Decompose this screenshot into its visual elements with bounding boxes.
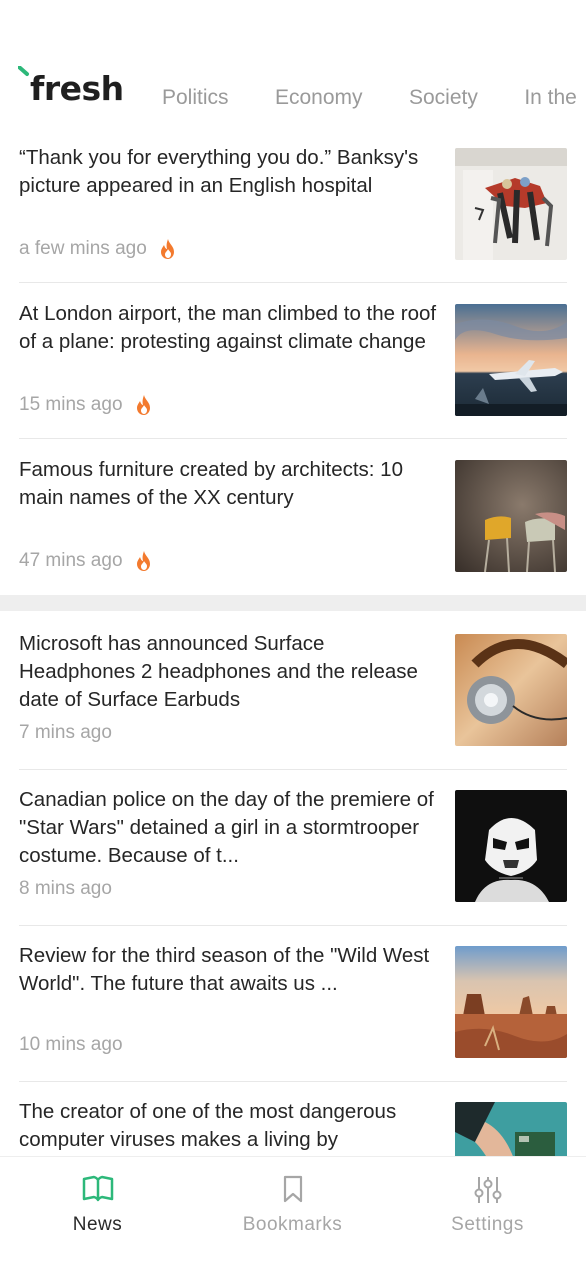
article-title: Review for the third season of the "Wild…	[19, 944, 430, 995]
article-thumbnail-banksy[interactable]	[455, 148, 567, 260]
category-tabs: Politics Economy Society In the	[162, 86, 586, 116]
divider	[19, 925, 567, 926]
nav-settings[interactable]: Settings	[390, 1157, 585, 1269]
fire-icon	[159, 238, 177, 260]
nav-news-label: News	[72, 1214, 123, 1235]
bottom-navigation: News Bookmarks Settings	[0, 1156, 586, 1269]
bookmark-icon	[281, 1175, 305, 1208]
fire-icon	[135, 394, 153, 416]
article-meta: a few mins ago	[19, 238, 177, 260]
news-item[interactable]: Famous furniture created by architects: …	[0, 456, 586, 612]
news-item[interactable]: “Thank you for everything you do.” Banks…	[0, 144, 586, 300]
article-thumbnail-chairs[interactable]	[455, 460, 567, 572]
nav-settings-label: Settings	[451, 1214, 524, 1235]
article-meta: 15 mins ago	[19, 394, 153, 416]
divider	[19, 438, 567, 439]
tab-in-the[interactable]: In the	[524, 86, 577, 110]
article-thumbnail-desert[interactable]	[455, 946, 567, 1058]
news-item[interactable]: At London airport, the man climbed to th…	[0, 300, 586, 456]
article-title: Microsoft has announced Surface Headphon…	[19, 632, 418, 711]
article-meta: 47 mins ago	[19, 550, 153, 572]
news-item[interactable]: Review for the third season of the "Wild…	[0, 942, 586, 1098]
news-item[interactable]: Canadian police on the day of the premie…	[0, 786, 586, 942]
divider	[19, 282, 567, 283]
article-title: At London airport, the man climbed to th…	[19, 302, 437, 353]
news-item[interactable]: Microsoft has announced Surface Headphon…	[0, 630, 586, 786]
article-time: 7 mins ago	[19, 722, 112, 743]
article-time: 10 mins ago	[19, 1034, 123, 1055]
tab-politics[interactable]: Politics	[162, 86, 229, 110]
article-time: a few mins ago	[19, 238, 147, 259]
article-title: The creator of one of the most dangerous…	[19, 1100, 397, 1151]
article-time: 8 mins ago	[19, 878, 112, 899]
article-meta: 7 mins ago	[19, 722, 112, 744]
article-title: Famous furniture created by architects: …	[19, 458, 403, 509]
sliders-icon	[473, 1175, 503, 1210]
divider	[19, 769, 567, 770]
article-time: 47 mins ago	[19, 550, 123, 571]
book-open-icon	[82, 1175, 114, 1208]
article-title: “Thank you for everything you do.” Banks…	[19, 146, 419, 197]
nav-bookmarks[interactable]: Bookmarks	[195, 1157, 390, 1269]
fire-icon	[135, 550, 153, 572]
tab-society[interactable]: Society	[409, 86, 478, 110]
nav-bookmarks-label: Bookmarks	[242, 1214, 343, 1235]
article-thumbnail-stormtrooper[interactable]	[455, 790, 567, 902]
app-logo[interactable]: fresh	[18, 64, 128, 112]
article-title: Canadian police on the day of the premie…	[19, 788, 434, 867]
nav-news[interactable]: News	[0, 1157, 195, 1269]
tab-economy[interactable]: Economy	[275, 86, 363, 110]
article-thumbnail-airport[interactable]	[455, 304, 567, 416]
divider	[19, 1081, 567, 1082]
app-header: fresh Politics Economy Society In the	[0, 0, 586, 140]
logo-text: fresh	[30, 69, 124, 108]
article-meta: 10 mins ago	[19, 1034, 123, 1056]
article-time: 15 mins ago	[19, 394, 123, 415]
article-thumbnail-headphones[interactable]	[455, 634, 567, 746]
article-meta: 8 mins ago	[19, 878, 112, 900]
section-separator	[0, 595, 586, 611]
